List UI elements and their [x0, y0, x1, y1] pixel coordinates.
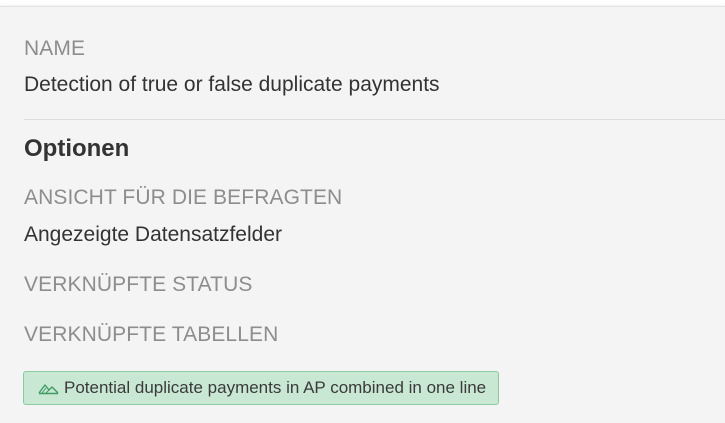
linked-tables-label: VERKNÜPFTE TABELLEN: [24, 323, 279, 346]
respondent-view-label: ANSICHT FÜR DIE BEFRAGTEN: [24, 186, 343, 209]
linked-table-tag-label: Potential duplicate payments in AP combi…: [64, 378, 487, 397]
linked-status-label: VERKNÜPFTE STATUS: [24, 273, 253, 296]
details-panel: NAME Detection of true or false duplicat…: [0, 6, 725, 423]
options-heading: Optionen: [24, 135, 130, 162]
respondent-view-value: Angezeigte Datensatzfelder: [24, 223, 282, 246]
name-label: NAME: [24, 37, 86, 60]
mountain-chart-icon: [38, 381, 59, 395]
section-divider: [24, 119, 725, 120]
linked-table-tag[interactable]: Potential duplicate payments in AP combi…: [23, 371, 500, 405]
name-value: Detection of true or false duplicate pay…: [24, 73, 440, 96]
